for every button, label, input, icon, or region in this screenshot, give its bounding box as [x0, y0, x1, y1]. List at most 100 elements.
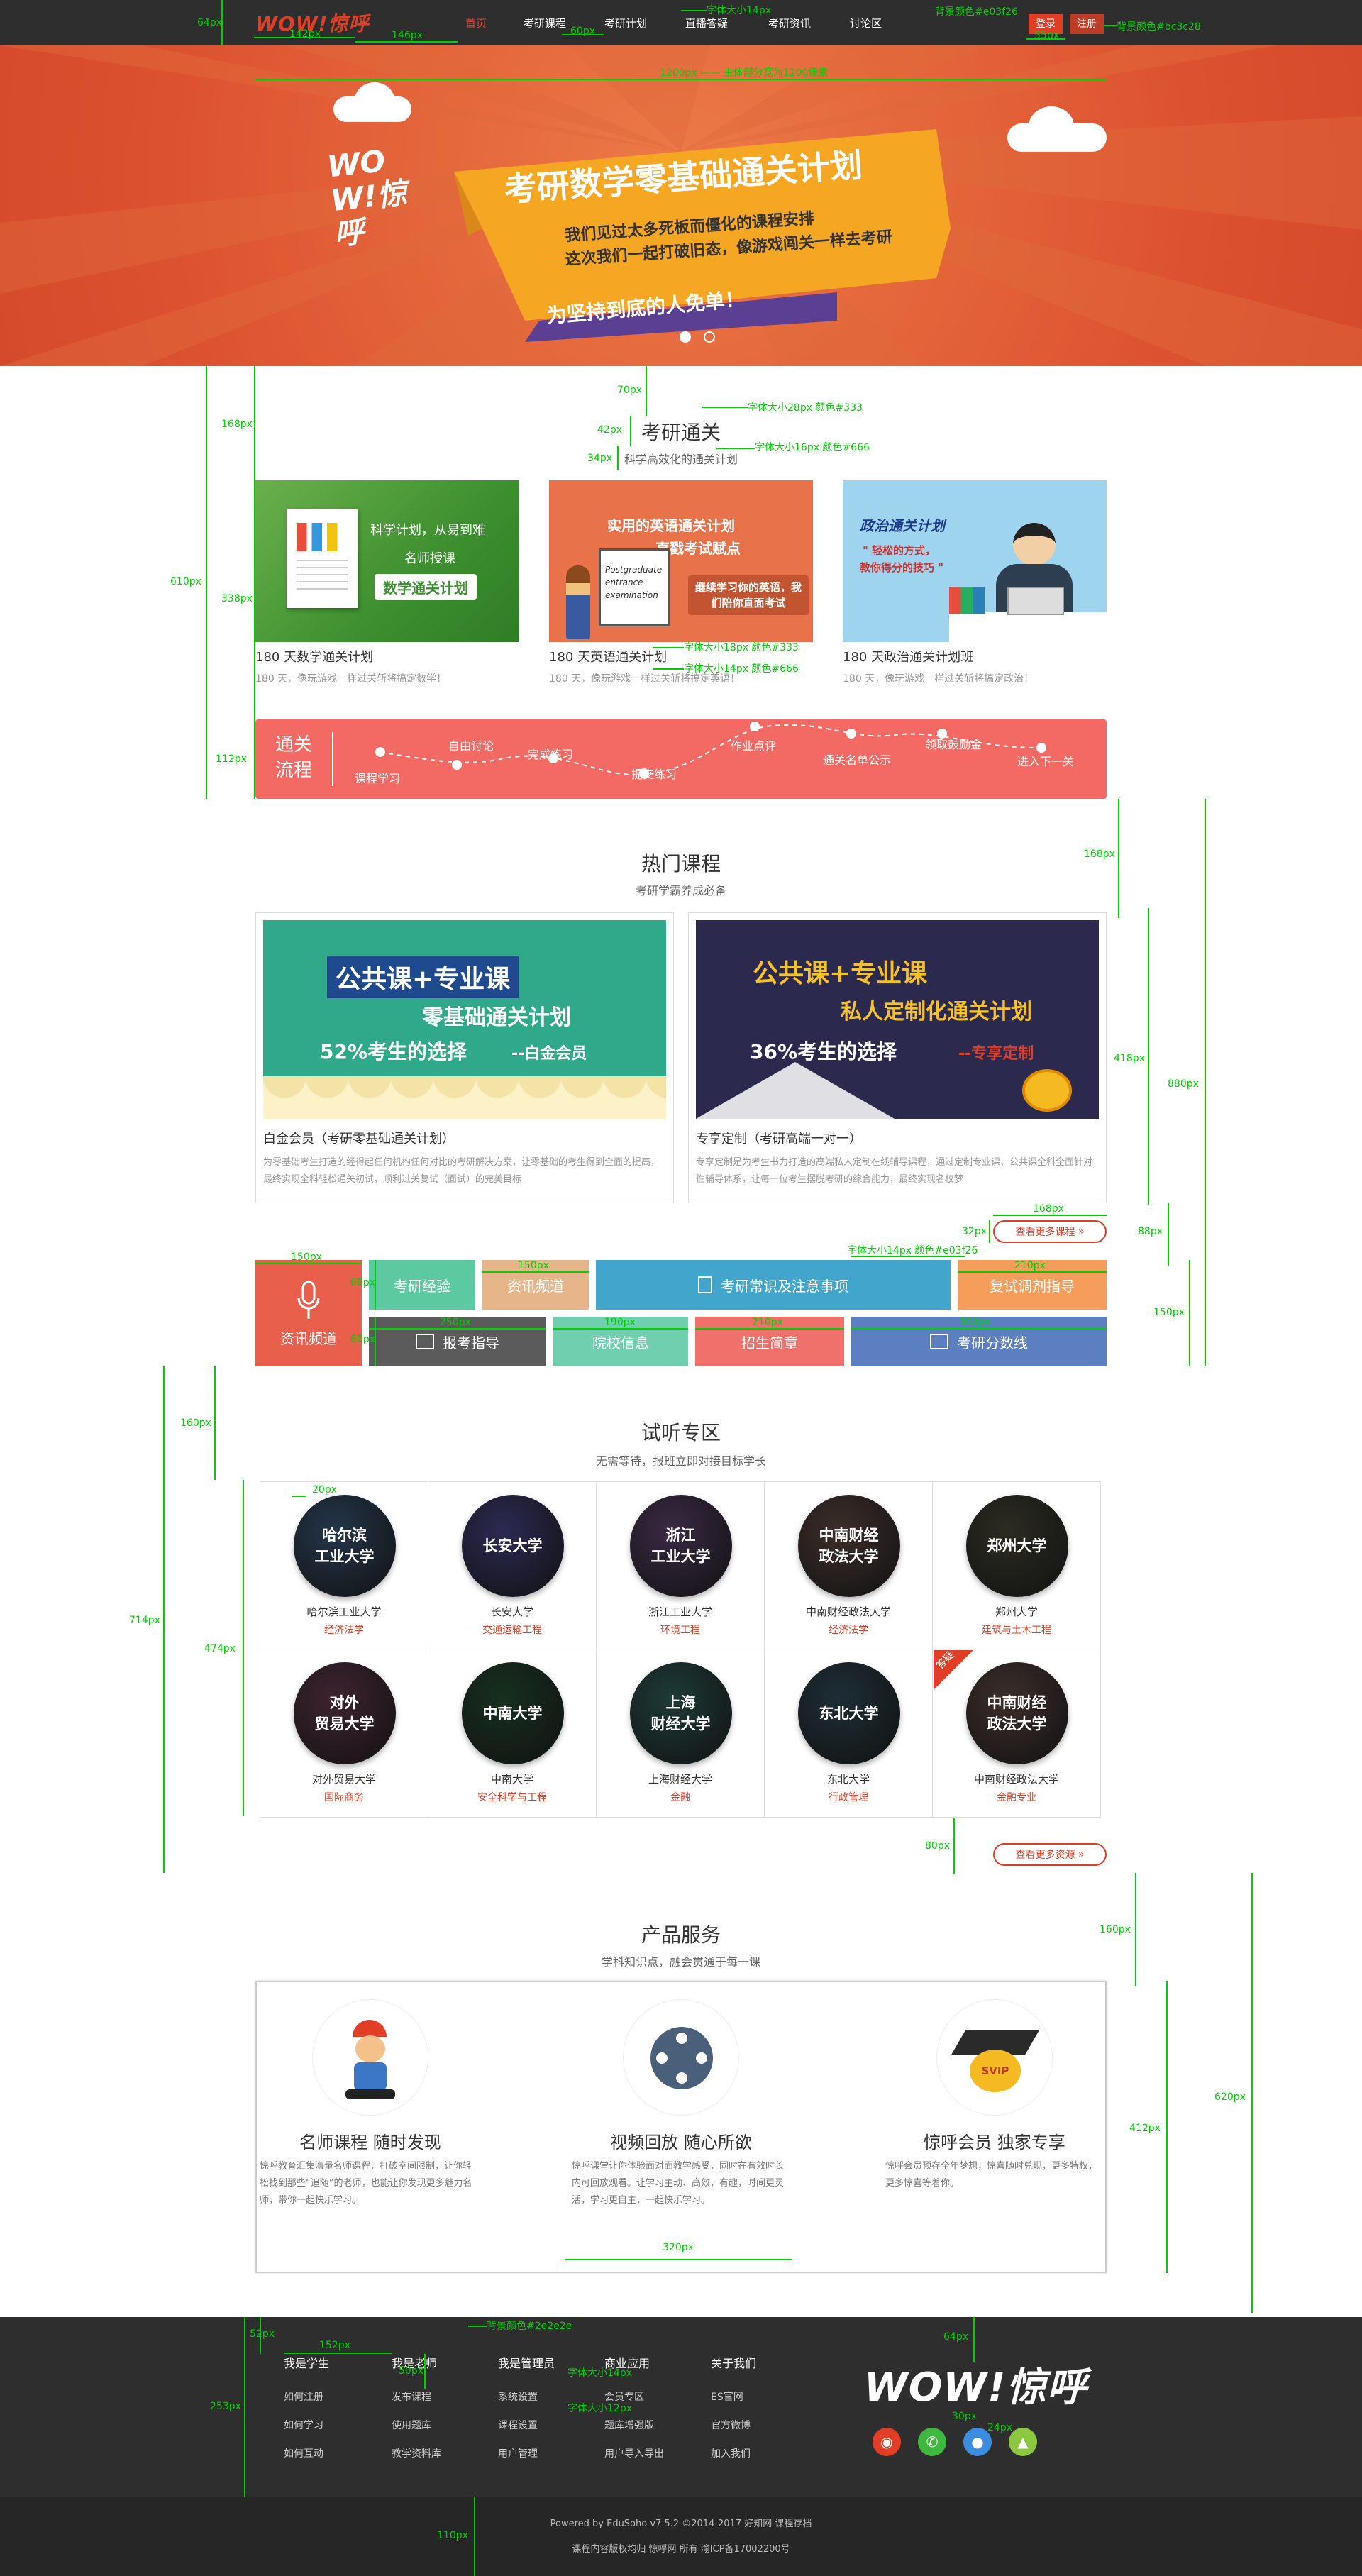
hot-course-title[interactable]: 白金会员（考研零基础通关计划）: [263, 1129, 455, 1147]
footer-link[interactable]: 如何注册: [284, 2389, 323, 2404]
teacher-figure: [566, 565, 590, 639]
annotation: 1200px —— 主体部分宽为1200像素: [660, 67, 829, 79]
course-card-title[interactable]: 180 天政治通关计划班: [843, 647, 973, 665]
school-name: 中南财经政法大学: [805, 1605, 891, 1618]
service-icon-film: [623, 1999, 739, 2116]
more-courses-label: 查看更多课程: [1015, 1227, 1075, 1238]
more-resources-button[interactable]: 查看更多资源 »: [993, 1843, 1107, 1866]
annotation: 背景颜色#bc3c28: [1117, 21, 1201, 33]
desk: [949, 612, 1107, 642]
annotation: 字体大小14px: [568, 2367, 632, 2379]
footer-col-heading: 我是管理员: [498, 2357, 555, 2370]
annotation-line: [653, 668, 684, 670]
tile-label: 报考指导: [443, 1334, 499, 1351]
register-button[interactable]: 注册: [1070, 14, 1104, 34]
tile-knowledge[interactable]: 考研常识及注意事项: [596, 1260, 951, 1310]
school-card[interactable]: 对外 贸易大学 对外贸易大学 国际商务: [260, 1649, 428, 1817]
carousel-dot-1[interactable]: [680, 331, 691, 343]
politics-img-line2: " 轻松的方式，: [863, 544, 936, 557]
footer-col-heading: 我是学生: [284, 2357, 330, 2370]
school-card[interactable]: 郑州大学 郑州大学 建筑与土木工程: [933, 1482, 1101, 1649]
tile-experience[interactable]: 考研经验: [369, 1260, 475, 1310]
nav-home[interactable]: 首页: [465, 16, 487, 31]
course-card-english[interactable]: 实用的英语通关计划 直戳考试赋点 Postgraduate entrance e…: [549, 480, 813, 642]
nav-plans[interactable]: 考研计划: [604, 16, 647, 31]
course-card-title[interactable]: 180 天英语通关计划: [549, 647, 667, 665]
wechat-icon[interactable]: ✆: [918, 2428, 946, 2456]
annotation: 152px: [319, 2340, 350, 2351]
course-card-math[interactable]: 科学计划，从易到难 名师授课 数学通关计划: [255, 480, 519, 642]
school-card[interactable]: 中南财经 政法大学 中南财经政法大学 经济法学: [765, 1482, 933, 1649]
school-card[interactable]: 浙江 工业大学 浙江工业大学 环境工程: [597, 1482, 765, 1649]
hot-banner-1-l1: 公共课+专业课: [327, 956, 519, 998]
film-reel-icon: [650, 2027, 713, 2089]
flow-step: 完成练习: [528, 748, 574, 761]
school-logo: 哈尔滨 工业大学: [293, 1495, 396, 1597]
footer-link[interactable]: 发布课程: [392, 2389, 431, 2404]
footer-link[interactable]: 教学资料库: [392, 2446, 441, 2460]
hero-banner[interactable]: WOW!惊呼 考研数学零基础通关计划 我们见过太多死板而僵化的课程安排 这次我们…: [0, 45, 1362, 366]
whiteboard: Postgraduate entrance examination: [599, 548, 670, 626]
footer-link[interactable]: 用户导入导出: [604, 2446, 664, 2460]
footer-link[interactable]: 加入我们: [711, 2446, 751, 2460]
hot-banner-1-l4: --白金会员: [511, 1045, 587, 1063]
english-img-title: 实用的英语通关计划: [607, 517, 735, 534]
footer-link[interactable]: 如何互动: [284, 2446, 323, 2460]
tile-label: 考研常识及注意事项: [721, 1277, 848, 1295]
annotation: 610px: [170, 576, 201, 587]
school-card[interactable]: 东北大学 东北大学 行政管理: [765, 1649, 933, 1817]
hot-course-card-2[interactable]: 公共课+专业课 私人定制化通关计划 36%考生的选择 --专享定制 专享定制（考…: [688, 912, 1107, 1203]
footer-link[interactable]: 课程设置: [498, 2418, 538, 2432]
school-major: 行政管理: [829, 1792, 868, 1803]
school-card[interactable]: 上海 财经大学 上海财经大学 金融: [597, 1649, 765, 1817]
school-card[interactable]: 中南大学 中南大学 安全科学与工程: [428, 1649, 597, 1817]
school-major: 金融专业: [997, 1792, 1036, 1803]
annotation-line: [355, 41, 458, 43]
annotation-line: [958, 1271, 1107, 1273]
nav-live[interactable]: 直播答疑: [685, 16, 728, 31]
more-courses-button[interactable]: 查看更多课程 »: [993, 1220, 1107, 1243]
annotation: 60px: [570, 26, 595, 37]
annotation: 253px: [210, 2401, 241, 2412]
school-card[interactable]: 哈尔滨 工业大学 哈尔滨工业大学 经济法学: [260, 1482, 428, 1649]
hot-course-card-1[interactable]: 公共课+专业课 零基础通关计划 52%考生的选择 --白金会员 白金会员（考研零…: [255, 912, 674, 1203]
document-icon: [698, 1276, 712, 1293]
school-name: 上海财经大学: [648, 1773, 712, 1786]
nav-courses[interactable]: 考研课程: [524, 16, 566, 31]
weibo-icon[interactable]: ◉: [873, 2428, 901, 2456]
footer-link[interactable]: 题库增强版: [604, 2418, 654, 2432]
android-icon[interactable]: ▲: [1009, 2428, 1037, 2456]
footer-link[interactable]: 用户管理: [498, 2446, 538, 2460]
annotation-line: [565, 2259, 792, 2260]
carousel-dot-2[interactable]: [704, 331, 715, 343]
hot-banner-2-l1: 公共课+专业课: [753, 959, 928, 988]
annotation-line: [646, 366, 647, 416]
annotation-line: [474, 2497, 475, 2576]
coin-icon: [1022, 1069, 1072, 1112]
tile-label: 考研经验: [394, 1277, 450, 1295]
hot-course-title[interactable]: 专享定制（考研高端一对一）: [696, 1129, 862, 1147]
footer-logo[interactable]: WOW!惊呼: [864, 2355, 1087, 2413]
hot-banner-2: 公共课+专业课 私人定制化通关计划 36%考生的选择 --专享定制: [696, 920, 1099, 1119]
footer-link[interactable]: 如何学习: [284, 2418, 323, 2432]
footer-link[interactable]: ES官网: [711, 2389, 743, 2404]
annotation: 210px: [1014, 1260, 1046, 1271]
footer-link[interactable]: 系统设置: [498, 2389, 538, 2404]
footer-link[interactable]: 使用题库: [392, 2418, 431, 2432]
annotation: 210px: [752, 1317, 783, 1328]
school-card[interactable]: 长安大学 长安大学 交通运输工程: [428, 1482, 597, 1649]
annotation: 360px: [959, 1317, 990, 1328]
course-card-title[interactable]: 180 天数学通关计划: [255, 647, 373, 665]
hat: [353, 2020, 387, 2037]
nav-forum[interactable]: 讨论区: [850, 16, 882, 31]
school-logo: 东北大学: [797, 1662, 900, 1764]
annotation-line: [221, 0, 223, 45]
annotation: 60px: [350, 1334, 375, 1345]
nav-news[interactable]: 考研资讯: [768, 16, 811, 31]
tile-news-channel-big[interactable]: 资讯频道: [255, 1260, 362, 1366]
tile-label: 考研分数线: [957, 1334, 1028, 1351]
hot-banner-1-l2: 零基础通关计划: [422, 1005, 571, 1030]
course-card-politics[interactable]: 政治通关计划 " 轻松的方式， 教你得分的技巧 ": [843, 480, 1107, 642]
footer-link[interactable]: 官方微博: [711, 2418, 751, 2432]
annotation-line: [244, 2317, 245, 2497]
